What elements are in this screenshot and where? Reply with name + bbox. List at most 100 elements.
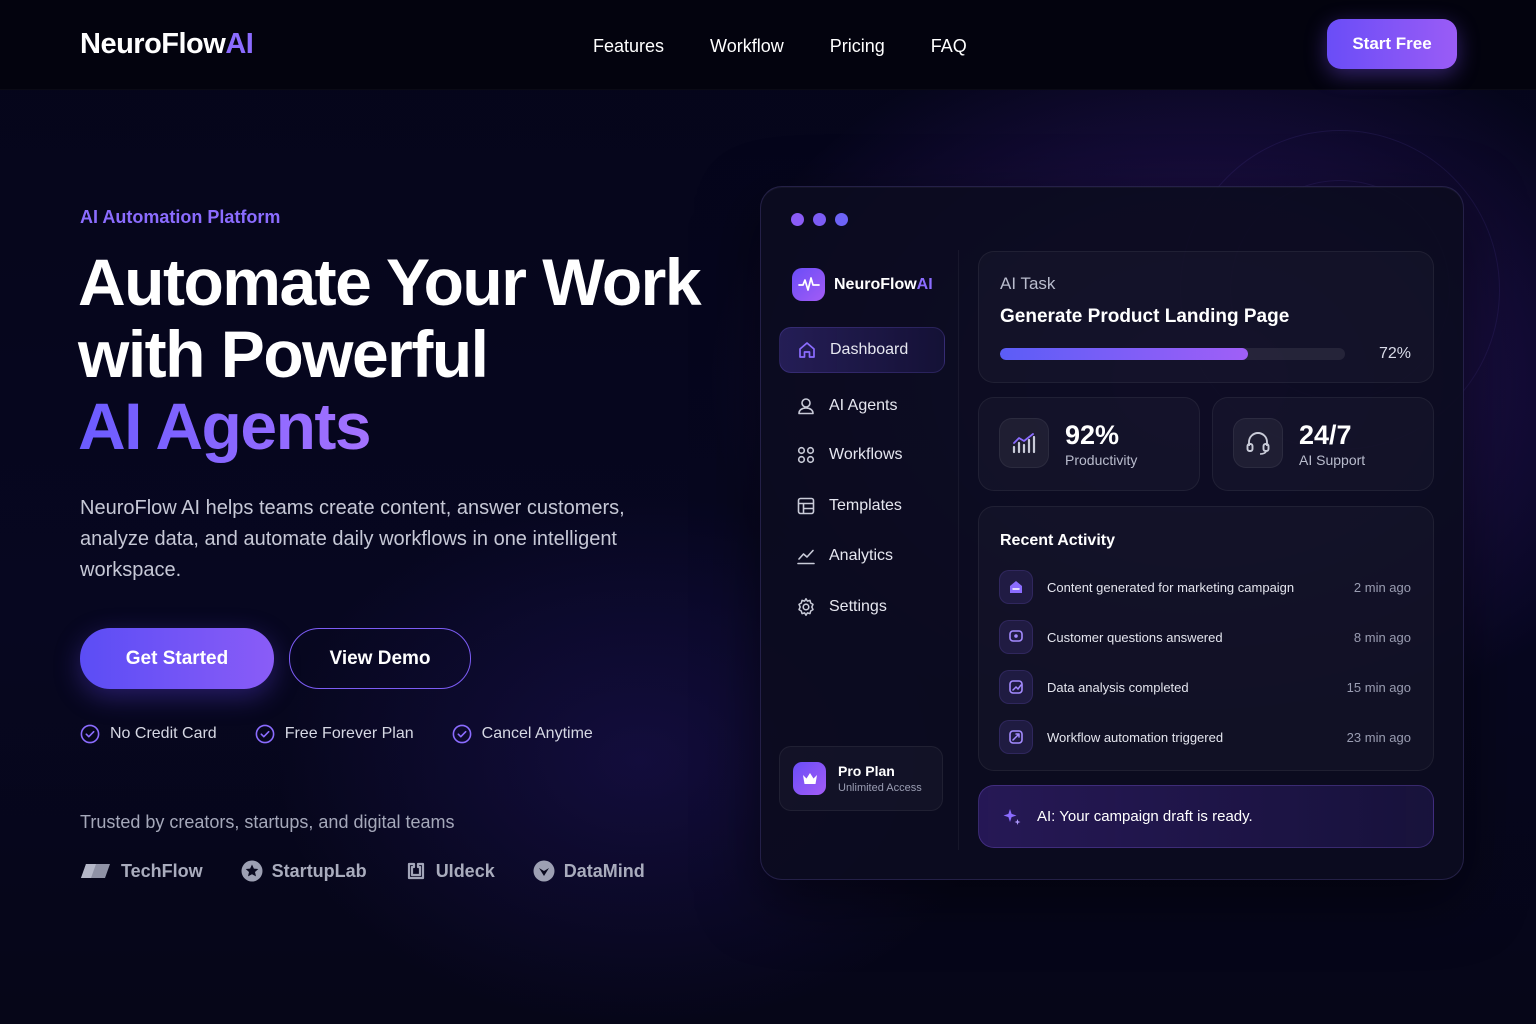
sidebar-item-label: AI Agents: [829, 397, 898, 414]
perk-item: Cancel Anytime: [452, 724, 593, 744]
brand-logos: TechFlow StartupLab UIdeck DataMind: [80, 860, 645, 882]
sidebar-item-label: Analytics: [829, 547, 894, 564]
activity-item[interactable]: Customer questions answered 8 min ago: [999, 619, 1411, 655]
task-progress-text: 72%: [1378, 345, 1411, 362]
sidebar-item-dashboard[interactable]: Dashboard: [779, 327, 945, 373]
stat-card-productivity: 92% Productivity: [978, 397, 1200, 491]
check-circle-icon: [255, 724, 275, 744]
window-dot: [791, 213, 804, 226]
sidebar-item-label: Settings: [829, 598, 887, 615]
top-nav: NeuroFlowAI Features Workflow Pricing FA…: [0, 0, 1536, 90]
waveform-icon: [792, 268, 825, 301]
view-demo-button[interactable]: View Demo: [289, 628, 471, 689]
brand-logo[interactable]: NeuroFlowAI: [80, 28, 254, 61]
activity-time: 2 min ago: [1353, 579, 1411, 595]
star-badge-icon: [241, 860, 263, 882]
get-started-button[interactable]: Get Started: [80, 628, 274, 689]
task-progress-bar: [1000, 348, 1345, 360]
window-controls: [791, 213, 848, 226]
activity-time: 15 min ago: [1346, 679, 1411, 695]
sidebar-item-settings[interactable]: Settings: [779, 584, 945, 630]
headline-line-1: Automate Your Work: [78, 245, 702, 319]
activity-text: Content generated for marketing campaign: [1047, 579, 1295, 595]
stat-value: 92%: [1065, 420, 1120, 450]
crown-icon: [793, 762, 826, 795]
nav-link-pricing[interactable]: Pricing: [830, 36, 885, 57]
activity-time: 8 min ago: [1353, 629, 1411, 645]
brand-datamind: DataMind: [533, 860, 645, 882]
ai-notice-text: AI: Your campaign draft is ready.: [1037, 808, 1253, 825]
sidebar-item-templates[interactable]: Templates: [779, 483, 945, 529]
chat-icon: [999, 620, 1033, 654]
task-progress-fill: [1000, 348, 1249, 360]
nav-links: Features Workflow Pricing FAQ: [593, 36, 967, 57]
plan-title: Pro Plan: [838, 763, 895, 779]
perk-label: Free Forever Plan: [284, 725, 414, 742]
activity-time: 23 min ago: [1346, 729, 1411, 745]
brand-techflow: TechFlow: [80, 861, 203, 882]
brand-name: TechFlow: [121, 860, 203, 881]
brand-name: DataMind: [563, 860, 645, 881]
stat-card-support: 24/7 AI Support: [1212, 397, 1434, 491]
content-icon: [999, 570, 1033, 604]
headline-line-2: with Powerful: [78, 317, 489, 391]
check-circle-icon: [452, 724, 472, 744]
template-icon: [797, 497, 815, 515]
sidebar-item-workflows[interactable]: Workflows: [779, 432, 945, 478]
activity-item[interactable]: Content generated for marketing campaign…: [999, 569, 1411, 605]
uideck-logo-icon: [407, 862, 424, 880]
ai-notice-banner[interactable]: AI: Your campaign draft is ready.: [978, 785, 1434, 848]
sidebar-item-label: Templates: [829, 497, 902, 514]
sidebar-divider: [958, 250, 959, 850]
headline-line-3: AI Agents: [78, 389, 372, 463]
stat-label: Productivity: [1065, 452, 1138, 468]
window-dot: [835, 213, 848, 226]
recent-activity-card: Recent Activity Content generated for ma…: [978, 506, 1434, 771]
brand-uideck: UIdeck: [405, 860, 495, 882]
sparkle-icon: [1003, 808, 1021, 825]
activity-text: Data analysis completed: [1047, 679, 1189, 695]
check-circle-icon: [80, 724, 100, 744]
nav-link-features[interactable]: Features: [593, 36, 664, 57]
start-free-button[interactable]: Start Free: [1327, 19, 1457, 69]
hero-description: NeuroFlow AI helps teams create content,…: [80, 497, 625, 581]
task-label: AI Task: [1000, 274, 1056, 293]
perk-item: Free Forever Plan: [255, 724, 414, 744]
sidebar-item-label: Workflows: [829, 446, 903, 463]
app-name: NeuroFlowAI: [834, 275, 933, 293]
nav-link-workflow[interactable]: Workflow: [710, 36, 784, 57]
landing-page: NeuroFlowAI Features Workflow Pricing FA…: [0, 0, 1536, 1024]
task-title: Generate Product Landing Page: [1000, 306, 1290, 327]
analysis-icon: [999, 670, 1033, 704]
datamind-logo-icon: [533, 860, 555, 882]
brand-name: UIdeck: [435, 860, 495, 881]
perk-label: Cancel Anytime: [481, 725, 593, 742]
ai-task-card: AI Task Generate Product Landing Page 72…: [978, 251, 1434, 383]
sidebar-item-label: Dashboard: [830, 341, 909, 358]
techflow-logo-icon: [81, 864, 110, 878]
stat-label: AI Support: [1299, 452, 1366, 468]
agent-icon: [798, 398, 814, 415]
sidebar-item-analytics[interactable]: Analytics: [779, 533, 945, 579]
activity-item[interactable]: Data analysis completed 15 min ago: [999, 669, 1411, 705]
app-brand[interactable]: NeuroFlowAI: [792, 268, 933, 301]
bar-chart-icon: [999, 418, 1049, 468]
grid-icon: [797, 446, 815, 464]
window-dot: [813, 213, 826, 226]
plan-subtitle: Unlimited Access: [838, 782, 922, 794]
perk-list: No Credit Card Free Forever Plan Cancel …: [80, 724, 593, 744]
activity-title: Recent Activity: [1000, 532, 1115, 549]
perk-label: No Credit Card: [110, 725, 217, 742]
hero-headline: Automate Your Work with Powerful AI Agen…: [78, 246, 738, 462]
activity-item[interactable]: Workflow automation triggered 23 min ago: [999, 719, 1411, 755]
pro-plan-card[interactable]: Pro Plan Unlimited Access: [779, 746, 943, 811]
headset-icon: [1233, 418, 1283, 468]
activity-text: Workflow automation triggered: [1047, 729, 1224, 745]
activity-text: Customer questions answered: [1047, 629, 1223, 645]
automation-icon: [999, 720, 1033, 754]
sidebar-item-ai-agents[interactable]: AI Agents: [779, 383, 945, 429]
gear-icon: [798, 598, 814, 616]
hero-eyebrow: AI Automation Platform: [80, 207, 281, 227]
nav-link-faq[interactable]: FAQ: [931, 36, 967, 57]
trusted-text: Trusted by creators, startups, and digit…: [80, 812, 455, 832]
